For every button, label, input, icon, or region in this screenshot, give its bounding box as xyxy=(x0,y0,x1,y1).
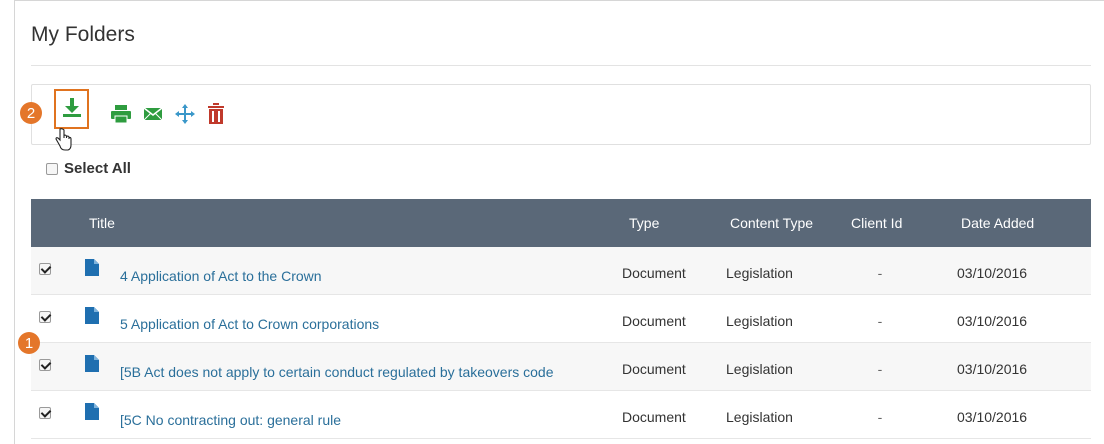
date-added-cell: 03/10/2016 xyxy=(957,409,1028,425)
trash-icon xyxy=(207,102,225,130)
table-header: Title Type Content Type Client Id Date A… xyxy=(31,199,1091,247)
page-title: My Folders xyxy=(31,23,135,46)
client-id-cell: - xyxy=(877,361,883,377)
column-header-content-type[interactable]: Content Type xyxy=(730,215,813,231)
row-checkbox[interactable] xyxy=(39,311,51,323)
row-checkbox[interactable] xyxy=(39,263,51,275)
client-id-cell: - xyxy=(877,265,883,281)
delete-button[interactable] xyxy=(201,99,231,133)
column-header-title[interactable]: Title xyxy=(89,215,115,231)
toolbar xyxy=(31,84,1091,145)
table-row: 4 Application of Act to the Crown Docume… xyxy=(31,247,1091,295)
document-title-link[interactable]: 5 Application of Act to Crown corporatio… xyxy=(120,316,379,332)
date-added-cell: 03/10/2016 xyxy=(957,265,1028,281)
document-icon xyxy=(85,259,99,279)
document-title-link[interactable]: [5B Act does not apply to certain conduc… xyxy=(120,364,554,380)
type-cell: Document xyxy=(622,313,686,329)
column-header-client-id[interactable]: Client Id xyxy=(851,215,902,231)
content-type-cell: Legislation xyxy=(726,361,793,377)
folders-table: Title Type Content Type Client Id Date A… xyxy=(31,199,1091,439)
envelope-icon xyxy=(143,106,163,127)
content-type-cell: Legislation xyxy=(726,409,793,425)
select-all-checkbox[interactable] xyxy=(46,162,58,175)
document-title-link[interactable]: 4 Application of Act to the Crown xyxy=(120,268,322,284)
print-button[interactable] xyxy=(106,99,136,133)
column-header-type[interactable]: Type xyxy=(629,215,659,231)
download-button[interactable] xyxy=(54,89,89,129)
printer-icon xyxy=(110,104,132,129)
document-icon xyxy=(85,403,99,423)
type-cell: Document xyxy=(622,409,686,425)
type-cell: Document xyxy=(622,265,686,281)
type-cell: Document xyxy=(622,361,686,377)
client-id-cell: - xyxy=(877,313,883,329)
callout-badge-2: 2 xyxy=(20,102,42,124)
callout-badge-1: 1 xyxy=(18,332,40,354)
client-id-cell: - xyxy=(877,409,883,425)
select-all[interactable]: Select All xyxy=(46,160,131,177)
download-icon xyxy=(61,96,83,123)
email-button[interactable] xyxy=(138,99,168,133)
row-checkbox[interactable] xyxy=(39,407,51,419)
table-row: 5 Application of Act to Crown corporatio… xyxy=(31,295,1091,343)
document-icon xyxy=(85,355,99,375)
table-row: [5B Act does not apply to certain conduc… xyxy=(31,343,1091,391)
content-type-cell: Legislation xyxy=(726,313,793,329)
document-title-link[interactable]: [5C No contracting out: general rule xyxy=(120,412,341,428)
document-icon xyxy=(85,307,99,327)
row-checkbox[interactable] xyxy=(39,359,51,371)
move-arrows-icon xyxy=(175,103,195,129)
title-divider xyxy=(31,65,1091,66)
move-button[interactable] xyxy=(170,99,200,133)
content-type-cell: Legislation xyxy=(726,265,793,281)
table-row: [5C No contracting out: general rule Doc… xyxy=(31,391,1091,439)
column-header-date-added[interactable]: Date Added xyxy=(961,215,1034,231)
date-added-cell: 03/10/2016 xyxy=(957,313,1028,329)
hand-cursor-icon xyxy=(54,128,72,157)
select-all-label: Select All xyxy=(64,160,131,177)
date-added-cell: 03/10/2016 xyxy=(957,361,1028,377)
